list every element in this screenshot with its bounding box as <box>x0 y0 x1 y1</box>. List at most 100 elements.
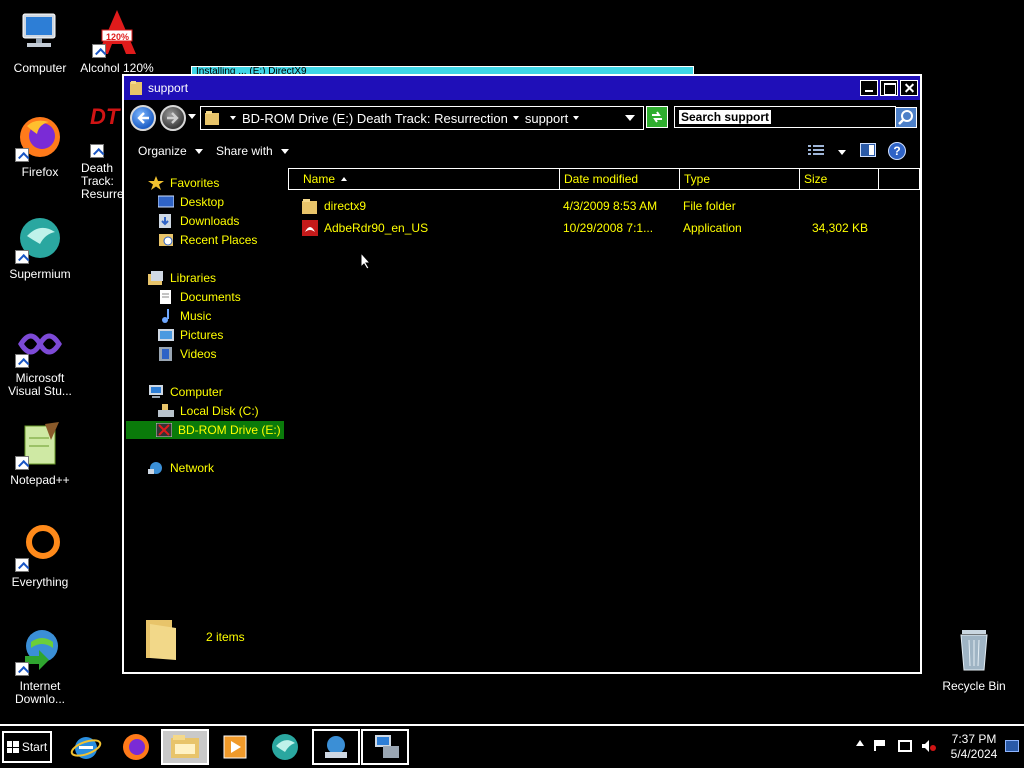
address-history-dropdown[interactable] <box>625 115 635 121</box>
shortcut-arrow-icon <box>15 354 29 368</box>
back-button[interactable] <box>130 105 156 131</box>
preview-pane-button[interactable] <box>860 143 876 157</box>
desktop-icon-notepadpp[interactable]: Notepad++ <box>0 420 80 487</box>
column-header-type[interactable]: Type <box>679 168 800 190</box>
notepadpp-icon <box>15 420 65 470</box>
nav-network[interactable]: Network <box>148 459 214 477</box>
breadcrumb-separator-icon[interactable] <box>512 116 519 120</box>
desktop-icon <box>158 195 174 208</box>
nav-local-disk[interactable]: Local Disk (C:) <box>158 402 259 420</box>
search-icon <box>898 110 913 125</box>
breadcrumb-separator-icon[interactable] <box>230 116 236 120</box>
media-player-icon <box>223 735 247 759</box>
death-track-badge: DT <box>90 104 120 129</box>
documents-icon <box>160 290 171 304</box>
explorer-window: support BD-ROM Drive (E:) Death Track: R… <box>122 74 922 674</box>
setup-icon <box>375 735 399 758</box>
file-explorer-icon <box>171 735 199 758</box>
nav-pictures[interactable]: Pictures <box>158 326 223 344</box>
column-header-date-modified[interactable]: Date modified <box>559 168 680 190</box>
alcohol-icon: 120% <box>92 8 142 58</box>
nav-libraries[interactable]: Libraries <box>148 269 216 287</box>
share-with-menu[interactable]: Share with <box>216 144 289 158</box>
taskbar-setup[interactable] <box>361 729 409 765</box>
taskbar-supermium[interactable] <box>261 729 309 765</box>
nav-downloads[interactable]: Downloads <box>158 212 239 230</box>
organize-menu[interactable]: Organize <box>138 144 203 158</box>
desktop-icon-label: Death Track: Resurrection <box>81 162 122 201</box>
breadcrumb-item-support[interactable]: support <box>525 111 568 126</box>
desktop-icon-visual-studio[interactable]: Microsoft Visual Stu... <box>0 318 80 398</box>
windows-logo-icon <box>6 741 19 753</box>
column-header-name[interactable]: Name <box>288 168 560 190</box>
action-center-flag-icon[interactable] <box>874 740 886 751</box>
refresh-button[interactable] <box>646 106 668 128</box>
network-icon <box>148 462 162 474</box>
desktop-icon-death-track[interactable]: DT Death Track: Resurrection <box>66 104 126 201</box>
taskbar-installer[interactable] <box>312 729 360 765</box>
supermium-icon <box>15 214 65 264</box>
search-input[interactable]: Search support <box>674 106 896 128</box>
computer-icon <box>15 8 65 58</box>
taskbar-internet-explorer[interactable] <box>62 729 110 765</box>
chevron-down-icon <box>194 148 203 154</box>
everything-icon <box>15 522 65 572</box>
nav-music[interactable]: Music <box>158 307 211 325</box>
maximize-button[interactable] <box>880 80 898 96</box>
desktop-icon-computer[interactable]: Computer <box>0 8 80 75</box>
network-status-icon[interactable] <box>898 740 912 752</box>
desktop-icon-label: Notepad++ <box>10 473 70 487</box>
alcohol-badge: 120% <box>106 32 130 42</box>
show-desktop-button[interactable] <box>1005 740 1019 752</box>
refresh-icon <box>652 111 662 123</box>
nav-computer[interactable]: Computer <box>148 383 223 401</box>
desktop-icon-supermium[interactable]: Supermium <box>0 214 80 281</box>
breadcrumb-separator-icon[interactable] <box>573 116 580 120</box>
show-hidden-icons-icon[interactable] <box>856 740 864 746</box>
desktop-icon-label: Everything <box>11 575 69 589</box>
address-bar[interactable]: BD-ROM Drive (E:) Death Track: Resurrect… <box>200 106 644 130</box>
minimize-button[interactable] <box>860 80 878 96</box>
address-row: BD-ROM Drive (E:) Death Track: Resurrect… <box>124 102 920 132</box>
desktop-icon-label: Computer <box>13 61 67 75</box>
volume-muted-icon[interactable] <box>922 740 936 752</box>
taskbar-media-player[interactable] <box>211 729 259 765</box>
desktop-icon-recycle-bin[interactable]: Recycle Bin <box>934 626 1014 693</box>
firefox-icon <box>15 112 65 162</box>
help-button[interactable]: ? <box>888 142 906 160</box>
search-button[interactable] <box>895 107 917 128</box>
desktop-icon-alcohol[interactable]: 120% Alcohol 120% <box>77 8 157 75</box>
forward-button[interactable] <box>160 105 186 131</box>
pictures-icon <box>158 329 174 341</box>
libraries-icon <box>148 271 163 285</box>
item-count: 2 items <box>206 630 245 644</box>
taskbar-file-explorer[interactable] <box>161 729 209 765</box>
change-view-icon[interactable] <box>808 144 824 156</box>
start-button[interactable]: Start <box>2 731 52 763</box>
taskbar-firefox[interactable] <box>112 729 160 765</box>
hard-disk-icon <box>158 404 174 417</box>
breadcrumb-item-drive[interactable]: BD-ROM Drive (E:) Death Track: Resurrect… <box>242 111 508 126</box>
close-button[interactable] <box>900 80 918 96</box>
nav-videos[interactable]: Videos <box>158 345 216 363</box>
firefox-icon <box>123 734 149 760</box>
desktop-icon-everything[interactable]: Everything <box>0 522 80 589</box>
nav-documents[interactable]: Documents <box>158 288 241 306</box>
nav-recent-places[interactable]: Recent Places <box>158 231 257 249</box>
nav-bd-rom-drive[interactable]: BD-ROM Drive (E:) <box>126 421 284 439</box>
music-icon <box>162 309 169 323</box>
nav-favorites[interactable]: Favorites <box>148 174 219 192</box>
desktop-icon-idm[interactable]: Internet Downlo... <box>0 626 80 706</box>
clock[interactable]: 7:37 PM 5/4/2024 <box>946 732 1002 762</box>
recent-places-icon <box>159 234 173 246</box>
file-row[interactable]: directx9 4/3/2009 8:53 AM File folder <box>288 196 920 216</box>
nav-desktop[interactable]: Desktop <box>158 193 224 211</box>
supermium-icon <box>272 734 298 760</box>
recent-pages-dropdown[interactable] <box>188 114 196 119</box>
star-icon <box>148 176 164 190</box>
file-row[interactable]: AdbeRdr90_en_US 10/29/2008 7:1... Applic… <box>288 218 920 238</box>
column-header-size[interactable]: Size <box>799 168 879 190</box>
window-title: support <box>148 81 189 95</box>
view-options-dropdown[interactable] <box>838 150 846 155</box>
window-titlebar[interactable]: support <box>124 76 920 100</box>
